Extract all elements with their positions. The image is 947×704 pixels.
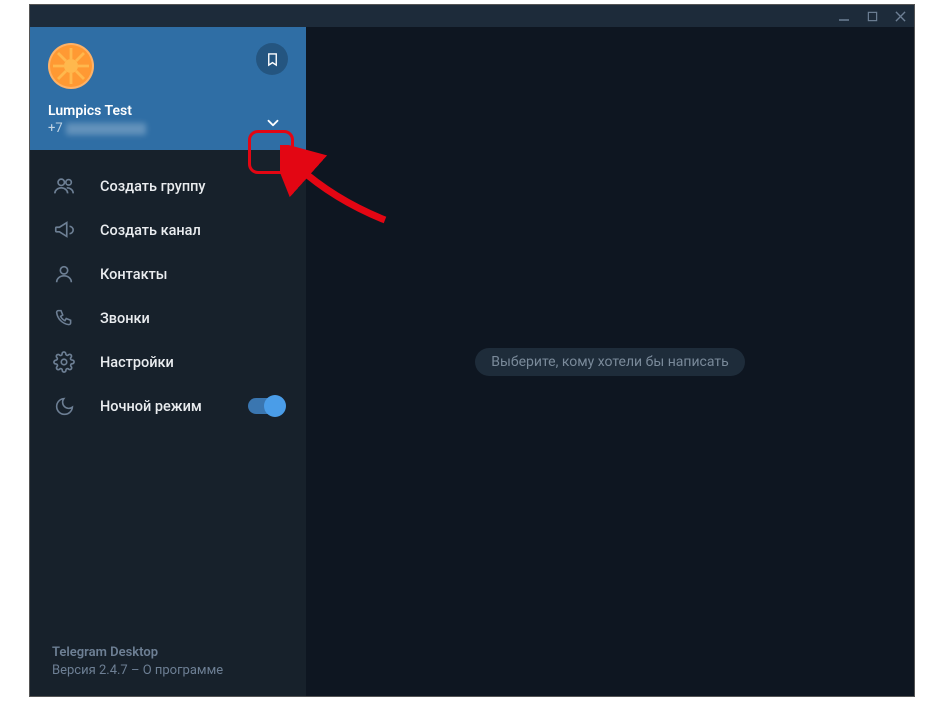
night-mode-toggle[interactable] [248, 398, 284, 414]
profile-phone: +7 [48, 121, 288, 136]
profile-name: Lumpics Test [48, 103, 288, 119]
megaphone-icon [52, 218, 76, 242]
menu-item-night-mode[interactable]: Ночной режим [30, 384, 306, 428]
menu-label: Ночной режим [100, 398, 224, 415]
menu-item-settings[interactable]: Настройки [30, 340, 306, 384]
main-area: Выберите, кому хотели бы написать [306, 27, 914, 696]
menu-label: Создать канал [100, 222, 284, 239]
sidebar-menu: Lumpics Test +7 Создать группу [30, 27, 306, 696]
menu-item-new-channel[interactable]: Создать канал [30, 208, 306, 252]
menu-list: Создать группу Создать канал Контакты [30, 150, 306, 442]
menu-label: Контакты [100, 266, 284, 283]
group-icon [52, 174, 76, 198]
minimize-button[interactable] [836, 8, 852, 24]
close-button[interactable] [892, 8, 908, 24]
empty-chat-placeholder: Выберите, кому хотели бы написать [475, 348, 744, 376]
maximize-button[interactable] [864, 8, 880, 24]
contact-icon [52, 262, 76, 286]
chevron-down-icon [264, 114, 282, 132]
app-body: Lumpics Test +7 Создать группу [30, 27, 914, 696]
menu-item-new-group[interactable]: Создать группу [30, 164, 306, 208]
saved-messages-button[interactable] [256, 43, 288, 75]
avatar[interactable] [48, 43, 94, 89]
gear-icon [52, 350, 76, 374]
expand-accounts-button[interactable] [256, 106, 290, 140]
phone-icon [52, 306, 76, 330]
phone-blurred [66, 123, 146, 135]
phone-prefix: +7 [48, 121, 63, 136]
menu-item-calls[interactable]: Звонки [30, 296, 306, 340]
footer-app-name: Telegram Desktop [52, 645, 284, 660]
profile-header: Lumpics Test +7 [30, 27, 306, 150]
footer-version[interactable]: Версия 2.4.7 – О программе [52, 663, 284, 678]
menu-label: Создать группу [100, 178, 284, 195]
menu-label: Звонки [100, 310, 284, 327]
menu-item-contacts[interactable]: Контакты [30, 252, 306, 296]
sidebar-footer: Telegram Desktop Версия 2.4.7 – О програ… [30, 631, 306, 696]
menu-label: Настройки [100, 354, 284, 371]
app-window: Lumpics Test +7 Создать группу [29, 4, 915, 697]
moon-icon [52, 394, 76, 418]
titlebar [30, 5, 914, 27]
